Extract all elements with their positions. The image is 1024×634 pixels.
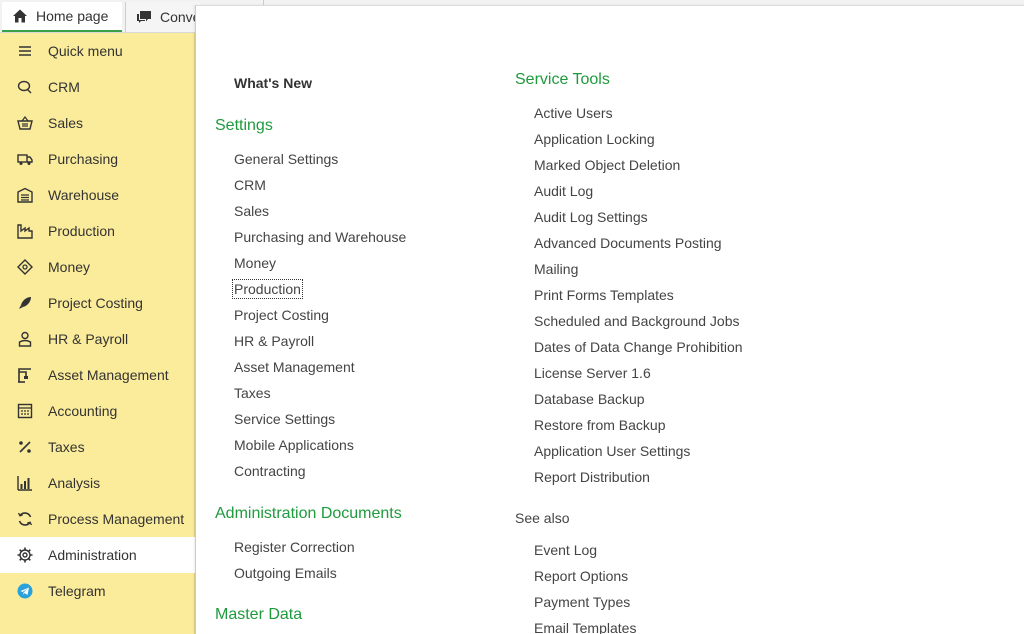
service-link-audit-log[interactable]: Audit Log (534, 183, 593, 199)
tab-home-label: Home page (36, 8, 109, 24)
sidebar-item-crm[interactable]: CRM (0, 69, 195, 105)
sidebar-item-purchasing[interactable]: Purchasing (0, 141, 195, 177)
cycle-icon (16, 510, 34, 528)
sidebar-item-accounting[interactable]: Accounting (0, 393, 195, 429)
sidebar-item-money[interactable]: Money (0, 249, 195, 285)
see-also-heading: See also (515, 510, 570, 526)
service-link-restore-from-backup[interactable]: Restore from Backup (534, 417, 666, 433)
settings-link-project-costing[interactable]: Project Costing (234, 307, 329, 323)
sidebar-item-sales[interactable]: Sales (0, 105, 195, 141)
settings-heading: Settings (215, 117, 273, 134)
sidebar-item-label: Accounting (48, 403, 118, 419)
sidebar-item-project-costing[interactable]: Project Costing (0, 285, 195, 321)
whats-new-link[interactable]: What's New (234, 75, 312, 91)
settings-link-asset-management[interactable]: Asset Management (234, 359, 355, 375)
settings-link-hr-payroll[interactable]: HR & Payroll (234, 333, 314, 349)
service-link-application-user-settings[interactable]: Application User Settings (534, 443, 690, 459)
sidebar-item-label: Sales (48, 115, 84, 131)
service-link-mailing[interactable]: Mailing (534, 261, 578, 277)
admin-documents-heading: Administration Documents (215, 505, 402, 522)
sidebar-item-label: Process Management (48, 511, 185, 527)
money-icon (16, 258, 34, 276)
sidebar-item-production[interactable]: Production (0, 213, 195, 249)
basket-icon (16, 114, 34, 132)
tab-conversations-label: Conversations (160, 9, 200, 25)
sidebar-item-process-management[interactable]: Process Management (0, 501, 195, 537)
settings-link-crm[interactable]: CRM (234, 177, 266, 193)
tab-conversations[interactable]: Conversations (125, 2, 200, 32)
service-link-scheduled-background-jobs[interactable]: Scheduled and Background Jobs (534, 313, 739, 329)
sidebar-item-label: Warehouse (48, 187, 120, 203)
sidebar-item-label: HR & Payroll (48, 331, 129, 347)
see-also-link-event-log[interactable]: Event Log (534, 542, 597, 558)
rocket-icon (16, 294, 34, 312)
settings-link-general-settings[interactable]: General Settings (234, 151, 338, 167)
see-also-link-report-options[interactable]: Report Options (534, 568, 628, 584)
sidebar-item-administration[interactable]: Administration (0, 537, 195, 573)
crane-icon (16, 366, 34, 384)
master-data-heading: Master Data (215, 606, 303, 623)
main-panel: What's New Settings General Settings CRM… (195, 5, 1024, 634)
service-link-dates-data-change-prohibition[interactable]: Dates of Data Change Prohibition (534, 339, 743, 355)
settings-link-money[interactable]: Money (234, 255, 276, 271)
sidebar-item-label: CRM (48, 79, 80, 95)
sidebar-item-asset-management[interactable]: Asset Management (0, 357, 195, 393)
ledger-icon (16, 402, 34, 420)
truck-icon (16, 150, 34, 168)
service-link-print-forms-templates[interactable]: Print Forms Templates (534, 287, 674, 303)
settings-link-service-settings[interactable]: Service Settings (234, 411, 335, 427)
settings-link-mobile-applications[interactable]: Mobile Applications (234, 437, 354, 453)
gear-icon (16, 546, 34, 564)
see-also-link-email-templates[interactable]: Email Templates (534, 620, 636, 634)
sidebar-item-telegram[interactable]: Telegram (0, 573, 195, 609)
service-link-database-backup[interactable]: Database Backup (534, 391, 645, 407)
sidebar-item-taxes[interactable]: Taxes (0, 429, 195, 465)
sidebar: Quick menu CRM Sales Purchasing Warehous… (0, 33, 195, 634)
settings-link-contracting[interactable]: Contracting (234, 463, 306, 479)
service-tools-heading: Service Tools (515, 71, 610, 88)
sidebar-item-quick-menu[interactable]: Quick menu (0, 33, 195, 69)
settings-link-taxes[interactable]: Taxes (234, 385, 271, 401)
service-link-report-distribution[interactable]: Report Distribution (534, 469, 650, 485)
chat-bubbles-icon (136, 9, 152, 25)
sidebar-item-label: Analysis (48, 475, 101, 491)
service-link-advanced-documents-posting[interactable]: Advanced Documents Posting (534, 235, 722, 251)
sidebar-item-label: Administration (48, 547, 137, 563)
percent-icon (16, 438, 34, 456)
service-link-active-users[interactable]: Active Users (534, 105, 613, 121)
sidebar-item-label: Project Costing (48, 295, 143, 311)
sidebar-item-label: Asset Management (48, 367, 169, 383)
factory-icon (16, 222, 34, 240)
person-icon (16, 330, 34, 348)
settings-link-purchasing-warehouse[interactable]: Purchasing and Warehouse (234, 229, 406, 245)
bar-chart-icon (16, 474, 34, 492)
service-link-application-locking[interactable]: Application Locking (534, 131, 655, 147)
admin-docs-link-outgoing-emails[interactable]: Outgoing Emails (234, 565, 337, 581)
settings-link-sales[interactable]: Sales (234, 203, 269, 219)
sidebar-item-label: Telegram (48, 583, 106, 599)
tab-home-page[interactable]: Home page (2, 2, 122, 32)
sidebar-item-label: Purchasing (48, 151, 119, 167)
sidebar-item-label: Taxes (48, 439, 85, 455)
sidebar-item-label: Quick menu (48, 43, 123, 59)
warehouse-icon (16, 186, 34, 204)
settings-link-production[interactable]: Production (232, 279, 303, 299)
menu-icon (16, 42, 34, 60)
see-also-link-payment-types[interactable]: Payment Types (534, 594, 630, 610)
sidebar-item-label: Money (48, 259, 91, 275)
home-icon (12, 8, 28, 24)
sidebar-item-label: Production (48, 223, 115, 239)
service-link-license-server[interactable]: License Server 1.6 (534, 365, 651, 381)
sidebar-item-analysis[interactable]: Analysis (0, 465, 195, 501)
telegram-icon (16, 582, 34, 600)
chat-icon (16, 78, 34, 96)
admin-docs-link-register-correction[interactable]: Register Correction (234, 539, 355, 555)
sidebar-item-hr-payroll[interactable]: HR & Payroll (0, 321, 195, 357)
service-link-marked-object-deletion[interactable]: Marked Object Deletion (534, 157, 680, 173)
sidebar-item-warehouse[interactable]: Warehouse (0, 177, 195, 213)
service-link-audit-log-settings[interactable]: Audit Log Settings (534, 209, 648, 225)
